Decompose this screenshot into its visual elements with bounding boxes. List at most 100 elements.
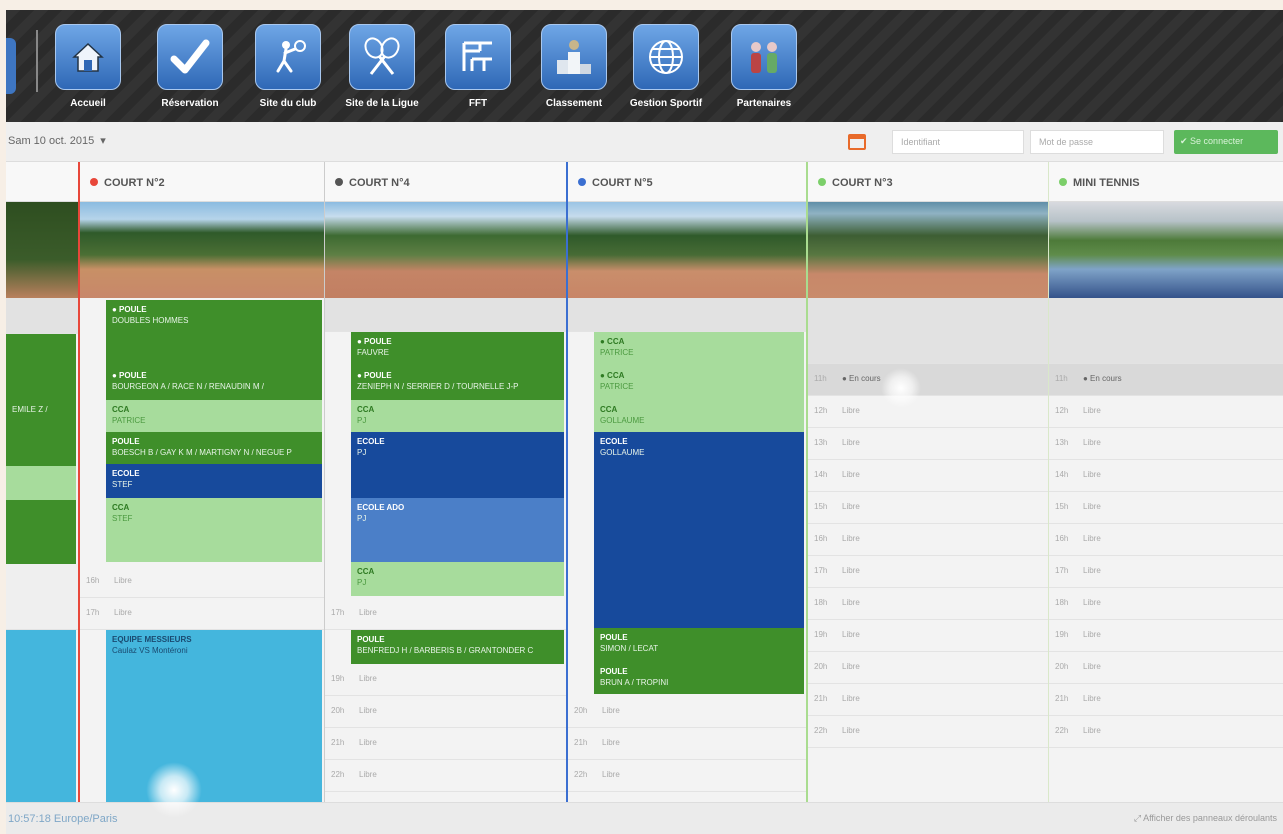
time-slot[interactable]: 15h Libre xyxy=(1049,492,1283,524)
time-slot[interactable] xyxy=(325,298,566,332)
time-slot[interactable]: 14h Libre xyxy=(808,460,1048,492)
time-slot[interactable]: 22h Libre xyxy=(1049,716,1283,748)
time-slot[interactable]: 16h Libre xyxy=(1049,524,1283,556)
nav-classement[interactable]: Classement xyxy=(536,24,612,120)
slot-time: 20h xyxy=(574,706,588,715)
booking-block[interactable]: EMILE Z / xyxy=(6,400,76,466)
time-slot[interactable]: 19h Libre xyxy=(1049,620,1283,652)
time-slot[interactable] xyxy=(568,298,806,332)
booking-block[interactable]: CCA PJ xyxy=(351,400,564,432)
time-slot[interactable]: 20h Libre xyxy=(1049,652,1283,684)
booking-block[interactable] xyxy=(6,500,76,564)
time-slot[interactable]: 17h Libre xyxy=(325,598,566,630)
booking-block[interactable] xyxy=(6,334,76,400)
time-slot[interactable] xyxy=(6,298,78,334)
booking-block[interactable]: POULE BENFREDJ H / BARBERIS B / GRANTONDE… xyxy=(351,630,564,664)
booking-block[interactable]: CCA GOLLAUME xyxy=(594,400,804,432)
time-slot[interactable] xyxy=(6,564,78,630)
scroll-panels-label: Afficher des panneaux déroulants xyxy=(1143,813,1277,823)
password-input[interactable]: Mot de passe xyxy=(1030,130,1164,154)
time-slot[interactable]: 17h Libre xyxy=(808,556,1048,588)
time-slot[interactable]: 21h Libre xyxy=(808,684,1048,716)
booking-block[interactable]: POULE BRUN A / TROPINI xyxy=(594,662,804,694)
booking-block[interactable]: POULE SIMON / LECAT xyxy=(594,628,804,662)
court-column-mini-tennis: MINI TENNIS 11h ● En cours 12h Libre 13h Li… xyxy=(1048,162,1283,802)
time-slot[interactable]: 21h Libre xyxy=(568,728,806,760)
booking-block[interactable]: ECOLE ADO PJ xyxy=(351,498,564,562)
time-slot[interactable]: 12h Libre xyxy=(1049,396,1283,428)
podium-icon xyxy=(541,24,607,90)
time-slot[interactable]: 20h Libre xyxy=(808,652,1048,684)
time-slot[interactable]: 16h Libre xyxy=(80,566,324,598)
booking-block[interactable]: CCA STEF xyxy=(106,498,322,562)
menu-toggle[interactable] xyxy=(6,38,16,94)
booking-block[interactable]: ● CCA PATRICE xyxy=(594,332,804,366)
nav-fft[interactable]: FFT xyxy=(440,24,516,120)
booking-block[interactable]: ● POULE BOURGEON A / RACE N / RENAUDIN M … xyxy=(106,366,322,400)
calendar-icon[interactable] xyxy=(848,134,866,150)
scroll-panels-link[interactable]: ⤢ Afficher des panneaux déroulants xyxy=(1134,813,1277,824)
connect-button[interactable]: ✔ Se connecter xyxy=(1174,130,1278,154)
time-slot[interactable] xyxy=(808,298,1048,364)
time-slot[interactable]: 13h Libre xyxy=(808,428,1048,460)
nav-reservation[interactable]: Réservation xyxy=(152,24,228,120)
booking-block[interactable] xyxy=(6,466,76,500)
time-slot[interactable]: 22h Libre xyxy=(808,716,1048,748)
slot-label: Libre xyxy=(842,534,860,543)
booking-title: ● CCA xyxy=(600,337,625,346)
time-slot[interactable]: 20h Libre xyxy=(325,696,566,728)
booking-block[interactable]: ECOLE STEF xyxy=(106,464,322,498)
booking-block[interactable]: POULE BOESCH B / GAY K M / MARTIGNY N / N… xyxy=(106,432,322,464)
slot-time: 18h xyxy=(1055,598,1069,607)
booking-block[interactable]: ● POULE ZENIEPH N / SERRIER D / TOURNELLE… xyxy=(351,366,564,400)
booking-block[interactable]: ● POULE DOUBLES HOMMES xyxy=(106,300,322,366)
time-slot[interactable]: 17h Libre xyxy=(1049,556,1283,588)
time-slot[interactable]: 18h Libre xyxy=(1049,588,1283,620)
slot-time: 22h xyxy=(814,726,828,735)
time-slot[interactable]: 16h Libre xyxy=(808,524,1048,556)
slot-time: 13h xyxy=(1055,438,1069,447)
nav-site-du-club[interactable]: Site du club xyxy=(250,24,326,120)
slot-time: 12h xyxy=(814,406,828,415)
booking-block[interactable]: ● POULE FAUVRE xyxy=(351,332,564,366)
booking-block[interactable]: CCA PATRICE xyxy=(106,400,322,432)
time-slot[interactable]: 13h Libre xyxy=(1049,428,1283,460)
booking-title: ● CCA xyxy=(600,371,625,380)
slot-time: 14h xyxy=(1055,470,1069,479)
date-selector[interactable]: Sam 10 oct. 2015 ▾ xyxy=(8,134,106,147)
court-header: COURT N°5 xyxy=(568,162,806,202)
nav-site-ligue[interactable]: Site de la Ligue xyxy=(344,24,420,120)
time-slot[interactable]: 14h Libre xyxy=(1049,460,1283,492)
time-slot[interactable]: 18h Libre xyxy=(808,588,1048,620)
nav-gestion-sportif[interactable]: Gestion Sportif xyxy=(628,24,704,120)
booking-block[interactable] xyxy=(6,630,76,802)
booking-players: GOLLAUME xyxy=(600,448,645,457)
time-slot[interactable]: 19h Libre xyxy=(325,664,566,696)
booking-block[interactable]: CCA PJ xyxy=(351,562,564,596)
time-slot[interactable]: 19h Libre xyxy=(808,620,1048,652)
booking-title: CCA xyxy=(357,405,375,414)
time-slot[interactable]: 11h ● En cours xyxy=(1049,364,1283,396)
nav-accueil[interactable]: Accueil xyxy=(50,24,126,120)
time-slot[interactable] xyxy=(1049,298,1283,364)
time-slot[interactable]: 12h Libre xyxy=(808,396,1048,428)
slot-time: 18h xyxy=(814,598,828,607)
booking-players: PATRICE xyxy=(112,416,146,425)
login-input[interactable]: Identifiant xyxy=(892,130,1024,154)
booking-block[interactable]: ECOLE GOLLAUME xyxy=(594,432,804,628)
slot-time: 17h xyxy=(814,566,828,575)
time-slot[interactable]: 22h Libre xyxy=(568,760,806,792)
booking-block[interactable]: ECOLE PJ xyxy=(351,432,564,498)
nav-partenaires[interactable]: Partenaires xyxy=(726,24,802,120)
time-slot[interactable]: 17h Libre xyxy=(80,598,324,630)
booking-block[interactable]: EQUIPE MESSIEURS Caulaz VS Montéroni xyxy=(106,630,322,802)
time-slot[interactable]: 20h Libre xyxy=(568,696,806,728)
time-slot[interactable]: 11h ● En cours xyxy=(808,364,1048,396)
home-icon xyxy=(55,24,121,90)
time-slot[interactable]: 21h Libre xyxy=(1049,684,1283,716)
time-slot[interactable]: 22h Libre xyxy=(325,760,566,792)
booking-block[interactable]: ● CCA PATRICE xyxy=(594,366,804,400)
time-slot[interactable]: 21h Libre xyxy=(325,728,566,760)
time-slot[interactable]: 15h Libre xyxy=(808,492,1048,524)
fft-logo-icon xyxy=(445,24,511,90)
